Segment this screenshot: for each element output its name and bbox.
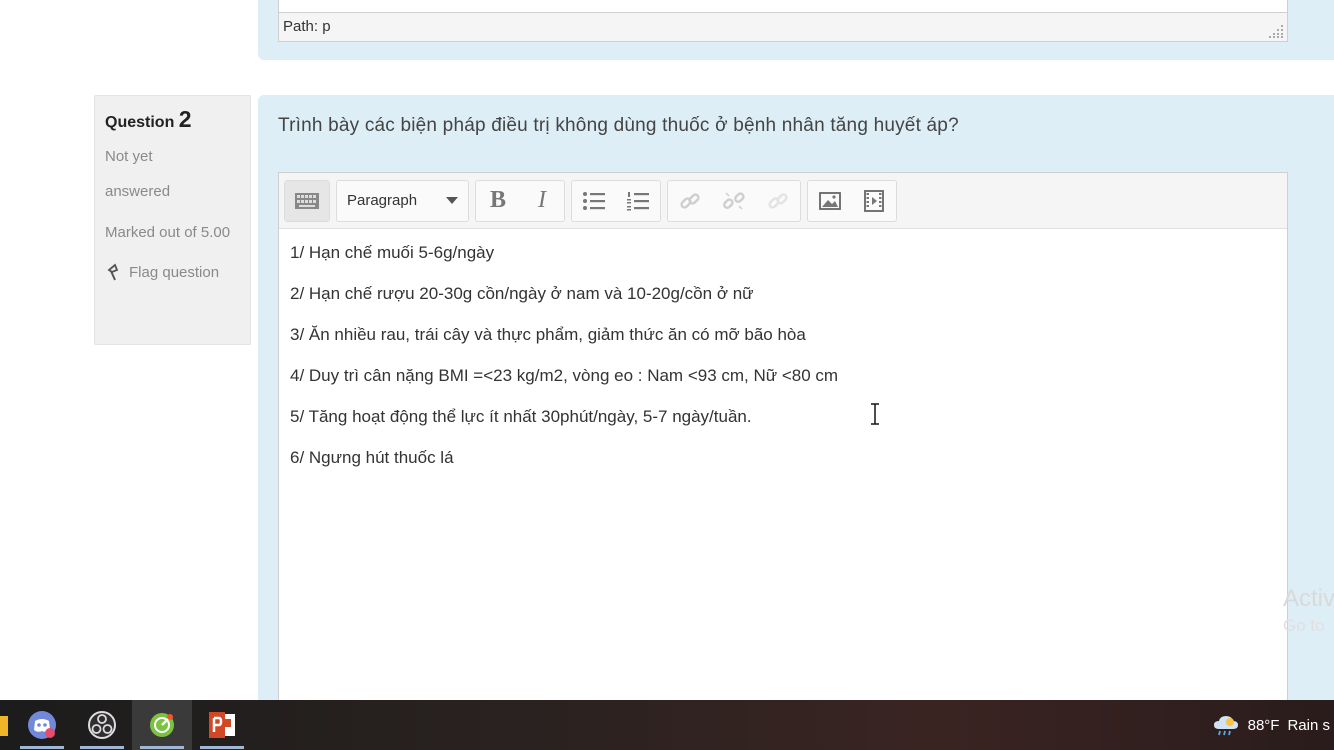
taskbar-powerpoint[interactable]	[192, 700, 252, 750]
toolbar-toggle-button[interactable]	[285, 180, 329, 221]
weather-description[interactable]: Rain s	[1287, 717, 1330, 734]
toolbar-group-links	[667, 179, 801, 222]
paragraph-format-value: Paragraph	[347, 192, 418, 209]
taskbar-discord[interactable]	[12, 700, 72, 750]
media-icon	[864, 189, 884, 212]
answer-line: 3/ Ăn nhiều rau, trái cây và thực phẩm, …	[290, 325, 806, 344]
bold-button[interactable]: B	[476, 181, 520, 221]
taskbar-obs[interactable]	[72, 700, 132, 750]
unlink-icon	[723, 191, 745, 210]
toolbar-group-media	[807, 179, 897, 222]
answer-line: 2/ Hạn chế rượu 20-30g cồn/ngày ở nam và…	[290, 284, 754, 303]
taskbar-file-explorer[interactable]	[0, 700, 12, 750]
flag-question-label: Flag question	[129, 263, 220, 281]
bullet-list-button[interactable]	[572, 181, 616, 221]
taskbar-app-green[interactable]	[132, 700, 192, 750]
question-number: 2	[178, 106, 192, 132]
paragraph-format-select[interactable]: Paragraph	[337, 181, 468, 221]
answer-line: 6/ Ngưng hút thuốc lá	[290, 448, 454, 467]
flag-icon	[107, 263, 119, 281]
activate-windows-subtext: Go to	[1283, 616, 1325, 635]
numbered-list-icon	[627, 191, 649, 210]
toolbar-group-format: Paragraph	[336, 179, 469, 222]
flag-question-link[interactable]: Flag question	[105, 262, 240, 282]
anchor-icon	[768, 192, 788, 209]
insert-media-button[interactable]	[852, 181, 896, 221]
resize-grip-icon[interactable]	[1267, 23, 1285, 39]
bold-icon: B	[489, 187, 506, 213]
question-content: Trình bày các biện pháp điều trị không d…	[258, 95, 1334, 712]
bullet-list-icon	[583, 191, 605, 210]
numbered-list-button[interactable]	[616, 181, 660, 221]
editor-toolbar: Paragraph B I	[279, 173, 1287, 229]
toolbar-group-style: B I	[475, 179, 565, 222]
windows-taskbar: 88°F Rain s	[0, 700, 1334, 750]
link-icon	[680, 192, 700, 209]
discord-icon	[28, 711, 56, 739]
weather-rain-icon[interactable]	[1212, 713, 1240, 737]
system-tray: 88°F Rain s	[1212, 700, 1334, 750]
italic-icon: I	[538, 187, 546, 213]
answer-line: 5/ Tăng hoạt động thể lực ít nhất 30phút…	[290, 407, 752, 426]
unlink-button[interactable]	[712, 181, 756, 221]
question-grade: Marked out of 5.00	[105, 224, 231, 241]
answer-line: 1/ Hạn chế muối 5-6g/ngày	[290, 243, 495, 262]
obs-icon	[88, 711, 116, 739]
anchor-button[interactable]	[756, 181, 800, 221]
previous-editor-area[interactable]	[278, 0, 1288, 13]
weather-temperature[interactable]: 88°F	[1248, 717, 1280, 734]
file-explorer-icon	[0, 716, 8, 736]
editor-path-bar: Path: p	[278, 13, 1288, 42]
app-green-icon	[150, 713, 174, 737]
question-info-panel: Question 2 Not yet answered Marked out o…	[94, 95, 251, 345]
question-label: Question	[105, 114, 175, 131]
keyboard-toggle-icon	[295, 192, 319, 209]
activate-windows-watermark: Activ	[1283, 585, 1334, 612]
answer-editor: Paragraph B I 1/ Hạn chế muối 5-6g/ngày …	[278, 172, 1288, 712]
image-icon	[819, 191, 841, 210]
question-text: Trình bày các biện pháp điều trị không d…	[278, 115, 959, 136]
path-label: Path: p	[283, 18, 331, 35]
italic-button[interactable]: I	[520, 181, 564, 221]
toolbar-group-toggle	[284, 179, 330, 222]
toolbar-group-lists	[571, 179, 661, 222]
powerpoint-icon	[209, 712, 235, 738]
question-title: Question 2	[105, 106, 240, 133]
link-button[interactable]	[668, 181, 712, 221]
text-cursor-icon	[871, 403, 879, 425]
answer-line: 4/ Duy trì cân nặng BMI =<23 kg/m2, vòng…	[290, 366, 839, 385]
chevron-down-icon	[446, 197, 458, 204]
insert-image-button[interactable]	[808, 181, 852, 221]
editor-content-area[interactable]: 1/ Hạn chế muối 5-6g/ngày 2/ Hạn chế rượ…	[279, 229, 1287, 503]
question-state: Not yet answered	[105, 148, 171, 200]
